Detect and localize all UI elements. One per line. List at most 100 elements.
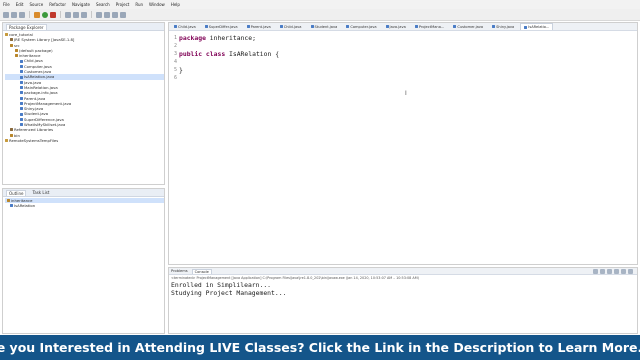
editor-tab-label: Parent.java	[250, 24, 271, 29]
package-explorer-tab-bar: Package Explorer	[3, 23, 164, 31]
run-icon[interactable]	[42, 11, 48, 18]
java-file-icon	[20, 102, 23, 105]
package-icon	[15, 54, 18, 58]
tab-outline[interactable]: Outline	[6, 189, 27, 196]
save-icon[interactable]	[11, 11, 17, 18]
editor-tab-label: Computer.java	[350, 24, 377, 29]
code-text: inheritance;	[205, 34, 256, 42]
new-icon[interactable]	[3, 11, 9, 18]
line-number: 2	[173, 43, 177, 49]
editor-tab-label: SuperDiffer.java	[208, 24, 238, 29]
line-number: 5	[173, 67, 177, 73]
promo-banner[interactable]: Are you Interested in Attending LIVE Cla…	[0, 335, 640, 360]
java-file-icon	[20, 75, 23, 79]
toolbar	[0, 9, 640, 21]
java-file-icon	[346, 25, 350, 28]
menu-item-window[interactable]: Window	[149, 2, 165, 7]
project-icon	[5, 139, 8, 143]
code-line: 3 public class IsARelation {	[169, 50, 637, 58]
display-console-icon[interactable]	[621, 269, 626, 274]
tab-package-explorer[interactable]: Package Explorer	[6, 23, 47, 30]
outline-panel: Outline Task List inheritance IsARelation	[2, 188, 165, 334]
project-tree: core_tutorial JRE System Library [JavaSE-…	[3, 31, 164, 143]
scroll-lock-icon[interactable]	[607, 269, 612, 274]
library-icon	[10, 128, 13, 132]
forward-icon[interactable]	[120, 11, 126, 18]
java-file-icon	[20, 91, 23, 95]
java-file-icon	[20, 112, 23, 116]
menu-item-project[interactable]: Project	[116, 2, 130, 7]
editor-tab[interactable]: Child.java	[171, 23, 199, 30]
outline-item-label: IsARelation	[14, 203, 36, 209]
java-file-icon	[20, 64, 23, 68]
java-file-icon	[453, 25, 457, 28]
editor-tab[interactable]: IsARelatio...	[520, 23, 554, 30]
new-class-icon[interactable]	[81, 11, 87, 18]
tab-task-list[interactable]: Task List	[32, 190, 49, 195]
debug-icon[interactable]	[34, 11, 40, 18]
menu-item-navigate[interactable]: Navigate	[72, 2, 90, 7]
java-file-icon	[20, 107, 23, 111]
tree-item[interactable]: RemoteSystemsTempFiles	[5, 138, 164, 143]
code-keyword: public class	[179, 50, 226, 58]
java-file-icon	[204, 25, 208, 28]
package-icon	[7, 199, 10, 203]
package-icon	[10, 43, 13, 47]
code-area[interactable]: 1 package inheritance; 2 3 public class IsAR…	[169, 31, 637, 82]
editor-tab[interactable]: Shiny.java	[489, 23, 517, 30]
tree-item-label: RemoteSystemsTempFiles	[9, 137, 59, 143]
code-line: 4	[169, 58, 637, 66]
toolbar-separator	[60, 11, 61, 18]
code-line: 1 package inheritance;	[169, 34, 637, 42]
java-file-icon	[20, 117, 23, 121]
new-package-icon[interactable]	[73, 11, 79, 18]
java-file-icon	[385, 25, 389, 28]
outline-tree: inheritance IsARelation	[3, 197, 164, 209]
editor-tab-label: Customer.java	[457, 24, 484, 29]
editor-tab[interactable]: SuperDiffer.java	[202, 23, 241, 30]
java-file-icon	[310, 25, 314, 28]
java-file-icon	[279, 25, 283, 28]
editor-tab-label: Student.java	[314, 24, 338, 29]
search-icon[interactable]	[104, 11, 110, 18]
menu-item-refactor[interactable]: Refactor	[49, 2, 66, 7]
editor-tab[interactable]: Child.java	[277, 23, 305, 30]
editor-tab-label: Child.java	[178, 24, 196, 29]
editor-tab[interactable]: Student.java	[308, 23, 341, 30]
editor-tab-label: Child.java	[283, 24, 302, 29]
java-file-icon	[414, 25, 418, 28]
code-line: 5}	[169, 66, 637, 74]
editor-tab[interactable]: Parent.java	[244, 23, 274, 30]
clear-console-icon[interactable]	[600, 269, 605, 274]
tab-console[interactable]: Console	[191, 268, 212, 274]
minimize-icon[interactable]	[628, 269, 633, 274]
project-icon	[5, 33, 8, 37]
back-icon[interactable]	[112, 11, 118, 18]
editor-tab[interactable]: Java.java	[383, 23, 409, 30]
menu-item-file[interactable]: File	[3, 2, 10, 7]
editor-tab-label: ProjectMana...	[418, 24, 445, 29]
menu-item-search[interactable]: Search	[96, 2, 110, 7]
terminate-icon[interactable]	[593, 269, 598, 274]
tab-problems[interactable]: Problems	[171, 269, 188, 273]
java-file-icon	[20, 96, 23, 100]
console-toolbar	[593, 269, 633, 274]
open-type-icon[interactable]	[96, 11, 102, 18]
editor-tab[interactable]: Computer.java	[343, 23, 379, 30]
print-icon[interactable]	[19, 11, 25, 18]
outline-item[interactable]: IsARelation	[5, 203, 164, 208]
editor-tab[interactable]: ProjectMana...	[412, 23, 448, 30]
menu-item-source[interactable]: Source	[29, 2, 43, 7]
editor-tab[interactable]: Customer.java	[450, 23, 486, 30]
pin-console-icon[interactable]	[614, 269, 619, 274]
library-icon	[10, 38, 13, 42]
menu-item-edit[interactable]: Edit	[16, 2, 24, 7]
new-java-project-icon[interactable]	[65, 11, 71, 18]
external-tools-icon[interactable]	[50, 11, 56, 18]
menu-item-help[interactable]: Help	[171, 2, 180, 7]
java-file-icon	[20, 70, 23, 74]
menu-item-run[interactable]: Run	[135, 2, 143, 7]
code-text: }	[179, 66, 183, 74]
editor-tab-label: IsARelatio...	[528, 25, 550, 29]
java-file-icon	[492, 25, 496, 28]
